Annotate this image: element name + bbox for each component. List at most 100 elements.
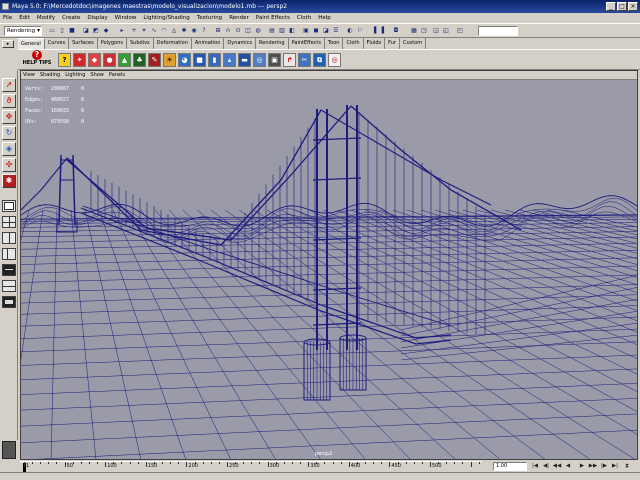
shelf-tab-animation[interactable]: Animation [192,38,225,49]
menu-cloth[interactable]: Cloth [297,15,311,21]
poly-cube-icon[interactable]: ■ [193,53,206,67]
green-tool-icon[interactable]: ▲ [118,53,131,67]
render-globals-icon[interactable]: ☰ [332,27,340,35]
select-by-object-icon[interactable]: ◩ [92,27,100,35]
menu-set-dropdown[interactable]: Rendering [4,26,42,36]
select-dynamics-icon[interactable]: ✱ [180,27,188,35]
layout-two-pane-icon[interactable] [2,232,16,244]
merge-icon[interactable]: ⧉ [313,53,326,67]
go-to-end-icon[interactable]: ▶| [610,462,620,471]
perspective-viewport[interactable]: View Shading Lighting Show Panels Verts: 2090… [20,70,638,460]
snap-point-icon[interactable]: ⊙ [234,27,242,35]
panel-menu-view[interactable]: View [23,72,35,78]
range-slider[interactable] [0,472,640,480]
panel-menu-panels[interactable]: Panels [109,72,125,78]
shelf-tab-polygons[interactable]: Polygons [98,38,127,49]
script-editor-icon[interactable]: ✦ [73,53,86,67]
select-curves-icon[interactable]: ∿ [150,27,158,35]
menu-edit[interactable]: Edit [19,15,30,21]
snap-grid-icon[interactable]: ⊞ [214,27,222,35]
open-scene-icon[interactable]: ▯ [58,27,66,35]
mask-icon[interactable]: ▸ [118,27,126,35]
graph-editor-icon[interactable]: ◲ [432,27,440,35]
step-forward-icon[interactable]: |▶ [599,462,609,471]
tool-settings-icon[interactable]: ◘ [392,27,400,35]
shelf-tab-rendering[interactable]: Rendering [256,38,289,49]
quick-selection-icon[interactable]: ◐ [346,27,354,35]
layout-persp-graph-icon[interactable] [2,296,16,308]
menu-paint-effects[interactable]: Paint Effects [256,15,290,21]
extrude-icon[interactable]: ↱ [283,53,296,67]
poly-sphere-icon[interactable]: ◕ [178,53,191,67]
current-frame-field[interactable]: 1.00 [493,462,527,471]
shelf-tab-subdivs[interactable]: Subdivs [127,38,154,49]
camera-icon[interactable]: ▣ [268,53,281,67]
output-ops-icon[interactable]: ▥ [278,27,286,35]
panel-menu-shading[interactable]: Shading [40,72,60,78]
panel-menu-show[interactable]: Show [90,72,104,78]
construction-history-icon[interactable]: ◧ [288,27,296,35]
shelf-tab-surfaces[interactable]: Surfaces [69,38,98,49]
last-tool-icon[interactable]: ✱ [2,174,16,188]
auto-key-icon[interactable]: ⧗ [622,462,632,471]
quick-select-field[interactable] [478,26,518,36]
play-forward-icon[interactable]: ▶ [577,462,587,471]
manipulator-tool-icon[interactable]: ✣ [2,158,16,172]
rotate-tool-icon[interactable]: ↻ [2,126,16,140]
panel-menu-lighting[interactable]: Lighting [65,72,85,78]
select-by-hierarchy-icon[interactable]: ◪ [82,27,90,35]
select-tool-icon[interactable]: ➚ [2,78,16,92]
maya-app-icon[interactable] [2,3,9,10]
shelf-tab-deformation[interactable]: Deformation [154,38,192,49]
shelf-tab-fluids[interactable]: Fluids [364,38,386,49]
menu-help[interactable]: Help [318,15,331,21]
split-polygon-icon[interactable]: ✂ [298,53,311,67]
menu-file[interactable]: File [3,15,12,21]
menu-create[interactable]: Create [62,15,80,21]
ipr-render-icon[interactable]: ◪ [322,27,330,35]
command-feedback-icon[interactable]: ◰ [456,27,464,35]
target-icon[interactable]: ◎ [328,53,341,67]
shader-icon[interactable]: ● [103,53,116,67]
step-forward-key-icon[interactable]: ▶▶ [588,462,598,471]
help-toggle-icon[interactable]: ? [58,53,71,67]
make-live-icon[interactable]: ◍ [254,27,262,35]
menu-render[interactable]: Render [229,15,249,21]
input-ops-icon[interactable]: ▤ [268,27,276,35]
move-tool-icon[interactable]: ✥ [2,110,16,124]
layout-graph-icon[interactable] [2,264,16,276]
go-to-start-icon[interactable]: |◀ [530,462,540,471]
save-scene-icon[interactable]: ■ [68,27,76,35]
shelf-tab-toon[interactable]: Toon [325,38,344,49]
select-joints-icon[interactable]: ✶ [140,27,148,35]
lasso-tool-icon[interactable]: ϑ [2,94,16,108]
layer-editor-icon[interactable]: ▦ [410,27,418,35]
tree-icon[interactable]: ♣ [133,53,146,67]
shelf-tab-dynamics[interactable]: Dynamics [224,38,257,49]
menu-modify[interactable]: Modify [37,15,55,21]
new-scene-icon[interactable]: ▭ [48,27,56,35]
step-back-key-icon[interactable]: ◀◀ [552,462,562,471]
render-current-icon[interactable]: ◼ [312,27,320,35]
shelf-tab-general[interactable]: General [18,38,45,49]
poly-cylinder-icon[interactable]: ▮ [208,53,221,67]
shelf-tab-fur[interactable]: Fur [385,38,400,49]
brush-icon[interactable]: ✎ [148,53,161,67]
select-rendering-icon[interactable]: ◉ [190,27,198,35]
poly-plane-icon[interactable]: ▬ [238,53,251,67]
help-tips-button[interactable]: ? HELP TIPS [22,50,52,69]
step-back-icon[interactable]: ◀| [541,462,551,471]
snap-curve-icon[interactable]: ∩ [224,27,232,35]
hypershade-icon[interactable]: ◱ [442,27,450,35]
time-slider[interactable]: 1 50 100 150 200 250 300 350 400 450 500 [20,461,482,472]
poly-torus-icon[interactable]: ◎ [253,53,266,67]
snap-view-plane-icon[interactable]: ◫ [244,27,252,35]
maximize-button[interactable]: □ [617,2,627,11]
select-deformations-icon[interactable]: ◬ [170,27,178,35]
render-node-icon[interactable]: ◆ [88,53,101,67]
attribute-editor-icon[interactable]: ▌ [380,27,388,35]
select-lasso-icon[interactable]: ⚐ [356,27,364,35]
render-view-icon[interactable]: ▣ [302,27,310,35]
select-misc-icon[interactable]: ? [200,27,208,35]
close-button[interactable]: × [628,2,638,11]
